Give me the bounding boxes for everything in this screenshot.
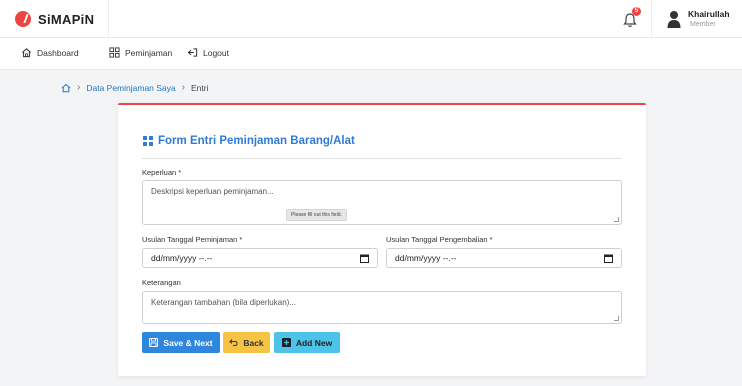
keperluan-placeholder: Deskripsi keperluan peminjaman...: [151, 187, 274, 196]
breadcrumb-current: Entri: [190, 82, 209, 93]
divider: [108, 0, 109, 38]
breadcrumb-home[interactable]: [61, 83, 71, 93]
tanggal-pinjam-label: Usulan Tanggal Peminjaman *: [142, 235, 243, 244]
keperluan-textarea[interactable]: Deskripsi keperluan peminjaman...: [142, 180, 622, 225]
app-logo[interactable]: SiMAPiN: [15, 11, 94, 27]
home-icon: [22, 48, 31, 58]
nav-logout[interactable]: Logout: [187, 47, 229, 58]
save-next-label: Save & Next: [163, 337, 213, 348]
nav-peminjaman[interactable]: Peminjaman: [109, 47, 172, 58]
save-icon: [149, 338, 159, 347]
app-name: SiMAPiN: [38, 11, 95, 27]
nav-logout-label: Logout: [203, 47, 229, 58]
grid-icon: [143, 136, 153, 146]
title-divider: [142, 158, 622, 159]
divider: [651, 0, 652, 38]
logout-icon: [187, 48, 198, 57]
nav-dashboard-label: Dashboard: [37, 47, 79, 58]
top-bar: SiMAPiN 5 Khairullah Member: [0, 0, 742, 38]
back-label: Back: [243, 337, 264, 348]
grid-icon: [109, 47, 120, 58]
calendar-icon[interactable]: [604, 254, 613, 263]
keterangan-label: Keterangan: [142, 278, 181, 287]
resize-handle[interactable]: [614, 316, 619, 321]
save-next-button[interactable]: Save & Next: [142, 332, 220, 353]
user-name[interactable]: Khairullah: [688, 9, 730, 19]
notification-badge: 5: [632, 7, 641, 16]
form-card: Form Entri Peminjaman Barang/Alat Keperl…: [118, 103, 646, 376]
tanggal-kembali-input[interactable]: dd/mm/yyyy --.--: [386, 248, 622, 268]
validation-tooltip: Please fill out this field.: [286, 209, 347, 221]
user-role: Member: [690, 21, 716, 28]
chevron-right-icon: ›: [181, 82, 185, 93]
main-nav: Dashboard Peminjaman Logout: [0, 38, 742, 70]
calendar-icon[interactable]: [360, 254, 369, 263]
breadcrumb-section[interactable]: Data Peminjaman Saya: [86, 83, 175, 93]
breadcrumb: › Data Peminjaman Saya › Entri: [61, 82, 208, 93]
nav-dashboard[interactable]: Dashboard: [21, 47, 79, 58]
keterangan-placeholder: Keterangan tambahan (bila diperlukan)...: [151, 298, 296, 307]
logo-icon: [15, 11, 31, 27]
nav-peminjaman-label: Peminjaman: [125, 47, 173, 58]
chevron-right-icon: ›: [77, 82, 81, 93]
back-button[interactable]: Back: [223, 332, 270, 353]
undo-icon: [229, 339, 238, 346]
add-new-button[interactable]: Add New: [274, 332, 340, 353]
tanggal-pinjam-input[interactable]: dd/mm/yyyy --.--: [142, 248, 378, 268]
tanggal-kembali-value: dd/mm/yyyy --.--: [395, 253, 457, 263]
keperluan-label: Keperluan *: [142, 168, 182, 177]
avatar-icon[interactable]: [667, 10, 681, 28]
form-title: Form Entri Peminjaman Barang/Alat: [143, 135, 355, 147]
plus-square-icon: [281, 338, 291, 347]
form-title-text: Form Entri Peminjaman Barang/Alat: [158, 135, 355, 147]
tanggal-kembali-label: Usulan Tanggal Pengembalian *: [386, 235, 493, 244]
tanggal-pinjam-value: dd/mm/yyyy --.--: [151, 253, 213, 263]
home-icon: [61, 83, 71, 92]
add-new-label: Add New: [295, 337, 333, 348]
resize-handle[interactable]: [614, 217, 619, 222]
keterangan-textarea[interactable]: Keterangan tambahan (bila diperlukan)...: [142, 291, 622, 324]
